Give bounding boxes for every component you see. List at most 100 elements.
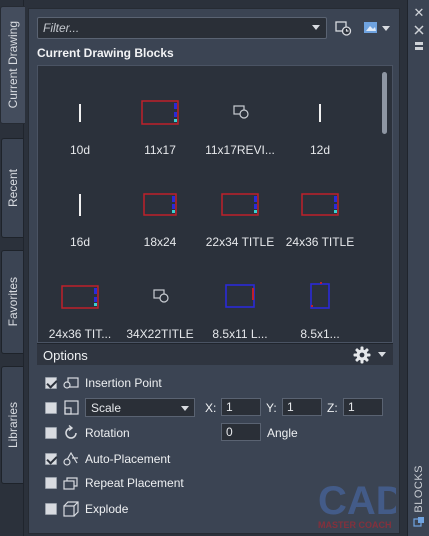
scale-y-input[interactable]: 1: [282, 398, 322, 416]
view-mode-button[interactable]: [361, 17, 391, 39]
block-name: 12d: [309, 143, 331, 157]
auto-placement-checkbox[interactable]: [45, 453, 57, 465]
repeat-placement-icon: [61, 474, 81, 492]
auto-hide-icon[interactable]: [412, 24, 426, 38]
rotation-option: Rotation 0 Angle: [45, 423, 385, 443]
chevron-down-icon[interactable]: [181, 406, 189, 411]
tab-libraries[interactable]: Libraries: [1, 366, 23, 484]
z-label: Z:: [327, 401, 338, 415]
block-tile-22x34-title[interactable]: 22x34 TITLE: [200, 170, 280, 258]
block-name: 16d: [69, 235, 91, 249]
insertion-point-icon: [61, 374, 81, 392]
repeat-placement-checkbox[interactable]: [45, 477, 57, 489]
auto-placement-label: Auto-Placement: [85, 452, 171, 466]
scale-mode-select[interactable]: Scale: [85, 398, 195, 417]
vertical-line-icon: [40, 182, 120, 226]
tab-current-drawing[interactable]: Current Drawing: [0, 6, 25, 124]
auto-placement-option: Auto-Placement: [45, 449, 385, 469]
tab-recent[interactable]: Recent: [1, 138, 23, 238]
explode-checkbox[interactable]: [45, 503, 57, 515]
chevron-down-icon[interactable]: [378, 352, 386, 357]
insert-block-button[interactable]: [333, 17, 355, 39]
block-tile-11x17revi[interactable]: 11x17REVI...: [200, 78, 280, 166]
block-tile-16d[interactable]: 16d: [40, 170, 120, 258]
rotation-label: Rotation: [85, 426, 130, 440]
scale-icon: [61, 399, 81, 417]
block-name: 22x34 TITLE: [205, 235, 275, 249]
small-block-icon: [120, 274, 200, 318]
scale-x-input[interactable]: 1: [221, 398, 261, 416]
gear-icon[interactable]: [353, 346, 371, 364]
x-label: X:: [205, 401, 217, 415]
y-label: Y:: [266, 401, 277, 415]
block-name: 24x36 TITLE: [285, 235, 355, 249]
block-tile-18x24[interactable]: 18x24: [120, 170, 200, 258]
section-title: Current Drawing Blocks: [37, 46, 174, 60]
angle-label: Angle: [267, 426, 298, 440]
palette-tab-strip: Current Drawing Recent Favorites Librari…: [0, 0, 25, 536]
block-name: 10d: [69, 143, 91, 157]
rotation-checkbox[interactable]: [45, 427, 57, 439]
block-tile-24x36-tit[interactable]: 24x36 TIT...: [40, 262, 120, 342]
block-tile-12d[interactable]: 12d: [280, 78, 360, 166]
chevron-down-icon[interactable]: [381, 25, 390, 31]
titleblock-red-icon: [120, 90, 200, 134]
rotation-icon: [61, 424, 81, 442]
block-name: 24x36 TIT...: [48, 327, 112, 341]
insertion-point-option: Insertion Point: [45, 373, 385, 393]
options-header[interactable]: Options: [37, 343, 393, 365]
block-tile-34x22title[interactable]: 34X22TITLE: [120, 262, 200, 342]
angle-input[interactable]: 0: [221, 423, 261, 441]
options-title: Options: [43, 348, 88, 363]
block-tile-8-5x1[interactable]: 8.5x1...: [280, 262, 360, 342]
watermark-subtext: MASTER COACH: [318, 520, 392, 530]
properties-icon[interactable]: [412, 40, 426, 54]
explode-label: Explode: [85, 502, 129, 516]
scale-mode-value: Scale: [91, 401, 122, 415]
palette-title-bar: ✕ BLOCKS: [407, 0, 429, 536]
block-tile-24x36-title[interactable]: 24x36 TITLE: [280, 170, 360, 258]
tab-current-drawing-label: Current Drawing: [6, 21, 20, 109]
close-icon[interactable]: ✕: [412, 6, 426, 20]
block-tile-11x17[interactable]: 11x17: [120, 78, 200, 166]
watermark-text: CAD: [318, 479, 396, 523]
watermark-logo: CAD MASTER COACH: [318, 479, 396, 530]
titleblock-blue-portrait-icon: [280, 274, 360, 318]
titleblock-red-icon: [200, 182, 280, 226]
toolbar: [37, 17, 393, 39]
filter-input[interactable]: [38, 18, 298, 38]
tab-libraries-label: Libraries: [5, 401, 20, 449]
titleblock-red-icon: [120, 182, 200, 226]
titleblock-red-icon: [40, 274, 120, 318]
blocks-palette: Current Drawing Blocks 10d 11x17 11x17RE…: [28, 8, 400, 534]
insertion-point-checkbox[interactable]: [45, 377, 57, 389]
block-name: 8.5x11 L...: [212, 327, 268, 341]
block-tile-10d[interactable]: 10d: [40, 78, 120, 166]
vertical-line-icon: [40, 90, 120, 134]
auto-placement-icon: [61, 450, 81, 468]
insertion-point-label: Insertion Point: [85, 376, 162, 390]
thumbnail-view-icon: [363, 22, 377, 33]
gallery-scrollbar[interactable]: [382, 72, 387, 134]
scale-z-input[interactable]: 1: [343, 398, 383, 416]
block-name: 11x17: [144, 143, 176, 157]
block-tile-8-5x11-l[interactable]: 8.5x11 L...: [200, 262, 280, 342]
explode-icon: [61, 500, 81, 518]
block-name: 8.5x1...: [300, 327, 340, 341]
tab-recent-label: Recent: [5, 168, 20, 208]
chevron-down-icon[interactable]: [312, 25, 320, 30]
palette-name: BLOCKS: [413, 465, 425, 513]
blocks-palette-icon: [412, 516, 426, 530]
scale-checkbox[interactable]: [45, 402, 57, 414]
tab-favorites[interactable]: Favorites: [1, 250, 23, 354]
scale-option: Scale X: 1 Y: 1 Z: 1: [45, 398, 385, 418]
filter-combobox[interactable]: [37, 17, 327, 39]
tab-favorites-label: Favorites: [5, 277, 20, 327]
repeat-placement-label: Repeat Placement: [85, 476, 184, 490]
small-block-icon: [200, 90, 280, 134]
vertical-line-icon: [280, 90, 360, 134]
block-gallery: 10d 11x17 11x17REVI... 12d 16d 18x24 22x…: [37, 65, 393, 343]
block-name: 18x24: [143, 235, 177, 249]
titleblock-blue-icon: [200, 274, 280, 318]
titleblock-red-icon: [280, 182, 360, 226]
